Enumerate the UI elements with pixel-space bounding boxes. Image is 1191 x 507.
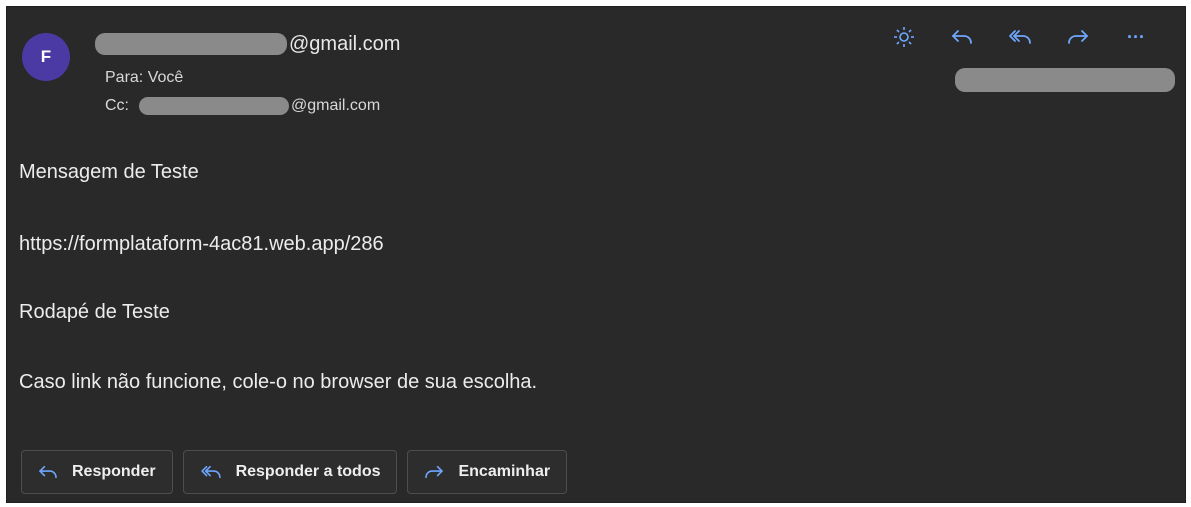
sender-email-domain[interactable]: @gmail.com [289, 33, 400, 56]
avatar-initial: F [40, 47, 52, 66]
email-reading-pane: F @gmail.com Para: Você Cc: @gmail.com ·… [6, 6, 1186, 503]
sender-avatar[interactable]: F [22, 33, 70, 81]
quick-actions: Responder Responder a todos Encaminhar [21, 450, 568, 494]
forward-button-label: Encaminhar [458, 463, 551, 480]
reply-all-icon[interactable] [991, 19, 1049, 55]
redacted-cc-name [139, 97, 289, 115]
message-subject-line: Mensagem de Teste [19, 161, 199, 183]
redacted-date [955, 68, 1175, 92]
brightness-icon[interactable] [875, 19, 933, 55]
reply-button[interactable]: Responder [21, 450, 173, 494]
reply-icon[interactable] [933, 19, 991, 55]
sender-row: @gmail.com [95, 31, 400, 57]
message-link[interactable]: https://formplataform-4ac81.web.app/286 [19, 233, 384, 256]
reply-all-button[interactable]: Responder a todos [182, 450, 398, 494]
more-options-icon[interactable]: ··· [1107, 19, 1165, 55]
to-recipient: Para: Você [105, 69, 184, 86]
more-options-label: ··· [1127, 26, 1145, 47]
message-toolbar: ··· [875, 19, 1165, 55]
reply-all-button-label: Responder a todos [235, 463, 381, 480]
message-note: Caso link não funcione, cole-o no browse… [19, 371, 538, 393]
redacted-sender-name [95, 33, 287, 55]
reply-all-icon [200, 464, 222, 480]
cc-row: Cc: @gmail.com [105, 97, 380, 115]
reply-button-label: Responder [72, 463, 156, 480]
forward-icon [424, 464, 444, 480]
cc-label: Cc: [105, 97, 129, 114]
forward-icon[interactable] [1049, 19, 1107, 55]
reply-icon [38, 464, 58, 480]
cc-email-domain[interactable]: @gmail.com [291, 97, 380, 115]
message-footer: Rodapé de Teste [19, 301, 170, 323]
forward-button[interactable]: Encaminhar [407, 450, 568, 494]
